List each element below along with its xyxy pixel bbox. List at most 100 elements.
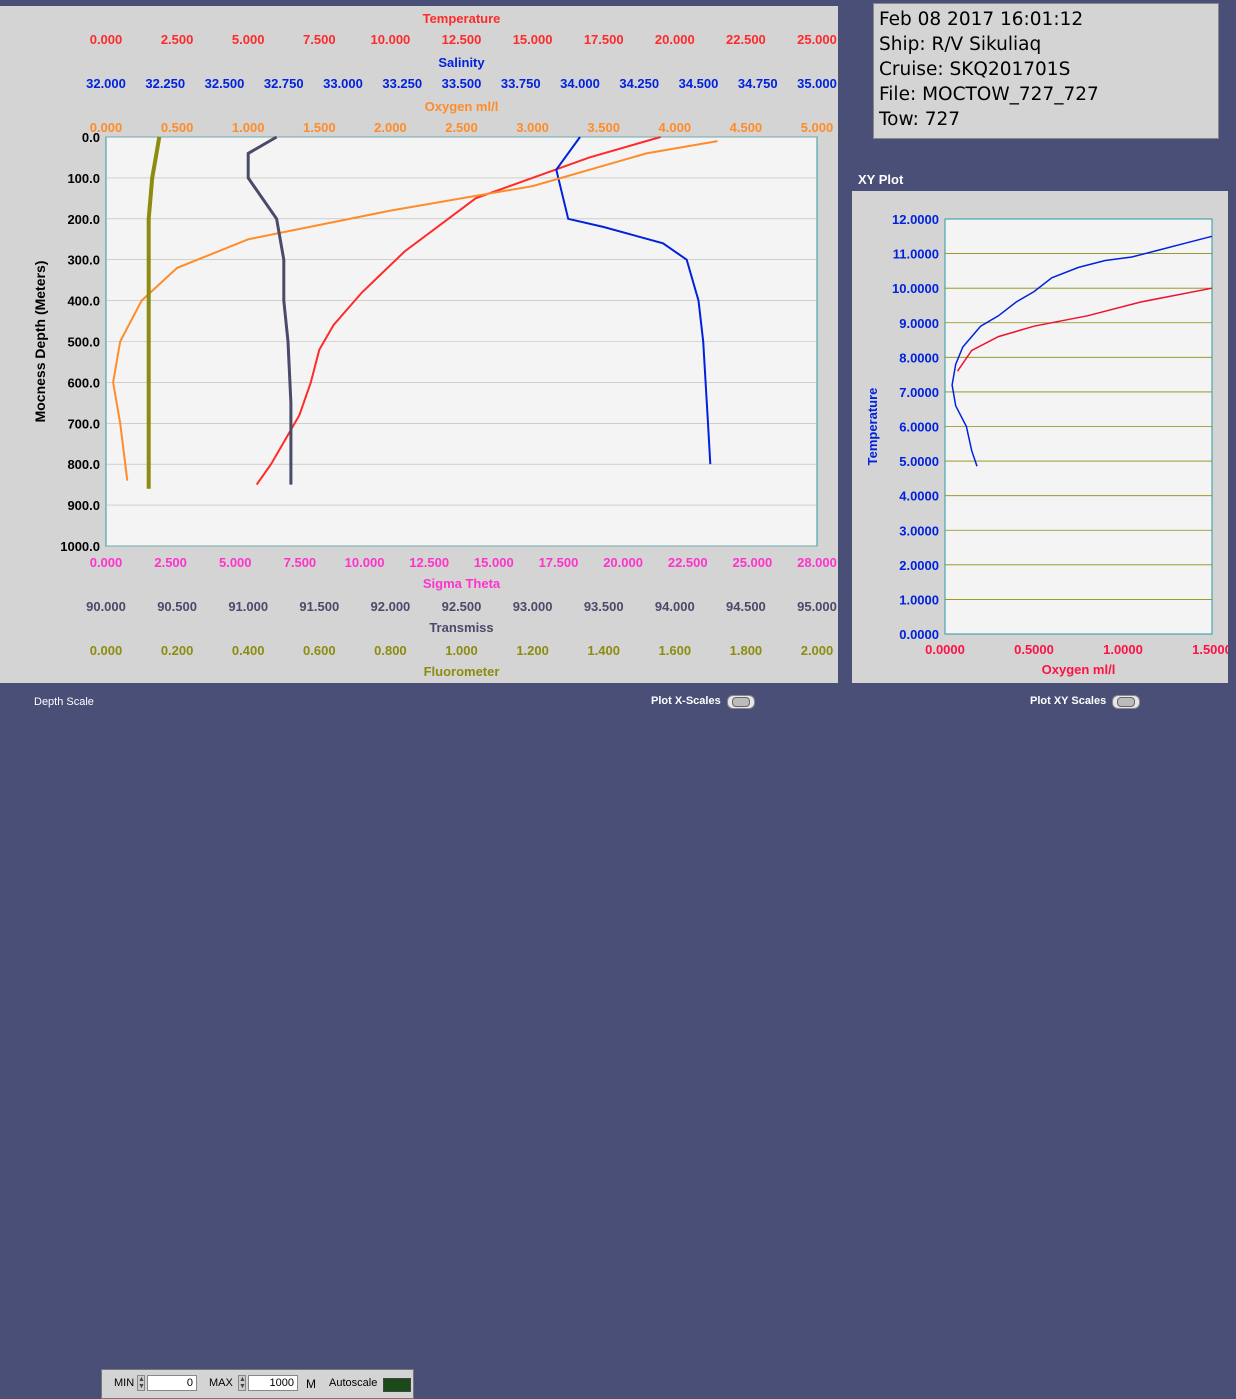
bottom-axis-title: Transmiss (429, 620, 493, 635)
top-tick-label: 33.750 (501, 76, 541, 91)
top-tick-label: 2.500 (445, 120, 478, 135)
plot-xy-scales-label: Plot XY Scales (1030, 695, 1107, 707)
top-tick-label: 25.000 (797, 32, 837, 47)
y-axis-title: Mocness Depth (Meters) (32, 261, 48, 423)
xy-y-tick-label: 9.0000 (899, 316, 939, 331)
top-tick-label: 4.000 (659, 120, 692, 135)
xy-x-tick-label: 1.0000 (1103, 642, 1143, 657)
plot-xy-scales-toggle[interactable] (1112, 695, 1140, 709)
bottom-tick-label: 0.000 (90, 643, 123, 658)
top-tick-label: 0.500 (161, 120, 194, 135)
y-tick-label: 700.0 (67, 416, 100, 431)
depth-profile-chart: 0.0100.0200.0300.0400.0500.0600.0700.080… (32, 11, 837, 679)
xy-plot-chart: 0.0000 1.0000 2.0000 3.0000 4.0000 5.0000 6.00… (865, 212, 1228, 677)
top-tick-label: 10.000 (371, 32, 411, 47)
toggle-knob (732, 697, 750, 707)
xy-y-tick-label: 6.0000 (899, 420, 939, 435)
max-label: MAX (209, 1377, 233, 1389)
y-tick-label: 1000.0 (60, 539, 100, 554)
bottom-tick-label: 17.500 (539, 555, 579, 570)
bottom-tick-label: 28.000 (797, 555, 837, 570)
bottom-tick-label: 92.500 (442, 599, 482, 614)
bottom-tick-label: 90.000 (86, 599, 126, 614)
bottom-tick-label: 7.500 (284, 555, 317, 570)
top-tick-label: 2.000 (374, 120, 407, 135)
bottom-tick-label: 0.800 (374, 643, 407, 658)
bottom-tick-label: 0.000 (90, 555, 123, 570)
y-tick-label: 200.0 (67, 212, 100, 227)
top-tick-label: 3.500 (587, 120, 620, 135)
xy-y-tick-label: 0.0000 (899, 627, 939, 642)
ship-label: Ship: R/V Sikuliaq (879, 34, 1042, 55)
top-tick-label: 4.500 (730, 120, 763, 135)
y-tick-label: 600.0 (67, 375, 100, 390)
top-tick-label: 32.250 (145, 76, 185, 91)
bottom-tick-label: 1.400 (587, 643, 620, 658)
xy-x-tick-label: 0.0000 (925, 642, 965, 657)
top-tick-label: 34.000 (560, 76, 600, 91)
y-tick-label: 100.0 (67, 171, 100, 186)
bottom-tick-label: 2.000 (801, 643, 834, 658)
bottom-tick-label: 15.000 (474, 555, 514, 570)
top-tick-label: 5.000 (232, 32, 265, 47)
top-tick-label: 0.000 (90, 120, 123, 135)
bottom-tick-label: 1.800 (730, 643, 763, 658)
top-axis-title: Salinity (438, 55, 485, 70)
tow-label: Tow: 727 (879, 109, 961, 130)
min-spinner[interactable]: ▲ ▼ (137, 1375, 145, 1391)
top-tick-label: 33.000 (323, 76, 363, 91)
bottom-tick-label: 90.500 (157, 599, 197, 614)
autoscale-toggle[interactable] (383, 1378, 411, 1392)
depth-scale-label: Depth Scale (34, 696, 94, 708)
top-tick-label: 35.000 (797, 76, 837, 91)
bottom-tick-label: 1.000 (445, 643, 478, 658)
bottom-toolbar: Depth Scale MIN ▲ ▼ 0 MAX ▲ ▼ 1000 M Autos… (0, 683, 1236, 1399)
top-tick-label: 15.000 (513, 32, 553, 47)
top-tick-label: 32.500 (205, 76, 245, 91)
min-input[interactable]: 0 (147, 1375, 197, 1391)
max-spinner[interactable]: ▲ ▼ (238, 1375, 246, 1391)
xy-y-tick-label: 12.0000 (892, 212, 939, 227)
y-tick-label: 900.0 (67, 498, 100, 513)
autoscale-label: Autoscale (329, 1377, 378, 1389)
xy-y-tick-label: 2.0000 (899, 558, 939, 573)
bottom-tick-label: 91.500 (299, 599, 339, 614)
bottom-tick-label: 0.200 (161, 643, 194, 658)
xy-y-tick-label: 4.0000 (899, 489, 939, 504)
plot-x-scales-label: Plot X-Scales (651, 695, 721, 707)
bottom-tick-label: 93.000 (513, 599, 553, 614)
xy-plot-title: XY Plot (858, 172, 904, 187)
plot-x-scales-toggle[interactable] (727, 695, 755, 709)
top-tick-label: 34.250 (619, 76, 659, 91)
xy-y-tick-label: 10.0000 (892, 281, 939, 296)
unit-label: M (306, 1377, 316, 1391)
top-tick-label: 0.000 (90, 32, 123, 47)
bottom-tick-label: 25.000 (732, 555, 772, 570)
top-tick-label: 34.500 (679, 76, 719, 91)
bottom-tick-label: 20.000 (603, 555, 643, 570)
max-input[interactable]: 1000 (248, 1375, 298, 1391)
top-tick-label: 2.500 (161, 32, 194, 47)
bottom-tick-label: 10.000 (345, 555, 385, 570)
depth-scale-controls: MIN ▲ ▼ 0 MAX ▲ ▼ 1000 M Autoscale (101, 1369, 414, 1399)
bottom-tick-label: 95.000 (797, 599, 837, 614)
bottom-tick-label: 1.600 (659, 643, 692, 658)
y-tick-label: 500.0 (67, 335, 100, 350)
top-tick-label: 20.000 (655, 32, 695, 47)
bottom-axis-title: Fluorometer (424, 664, 500, 679)
bottom-tick-label: 0.600 (303, 643, 336, 658)
top-tick-label: 33.500 (442, 76, 482, 91)
top-tick-label: 12.500 (442, 32, 482, 47)
cruise-label: Cruise: SKQ201701S (879, 59, 1071, 80)
bottom-tick-label: 92.000 (371, 599, 411, 614)
xy-x-tick-label: 1.5000 (1192, 642, 1228, 657)
bottom-tick-label: 93.500 (584, 599, 624, 614)
datetime-label: Feb 08 2017 16:01:12 (879, 9, 1084, 30)
cruise-info-box: Feb 08 2017 16:01:12 Ship: R/V Sikuliaq … (873, 3, 1219, 139)
xy-y-tick-label: 11.0000 (893, 247, 939, 262)
toggle-knob (1117, 697, 1135, 707)
xy-plot-panel: 0.0000 1.0000 2.0000 3.0000 4.0000 5.0000 6.00… (852, 191, 1228, 683)
xy-y-axis-title: Temperature (865, 388, 880, 466)
xy-x-axis-title: Oxygen ml/l (1042, 662, 1116, 677)
top-tick-label: 34.750 (738, 76, 778, 91)
